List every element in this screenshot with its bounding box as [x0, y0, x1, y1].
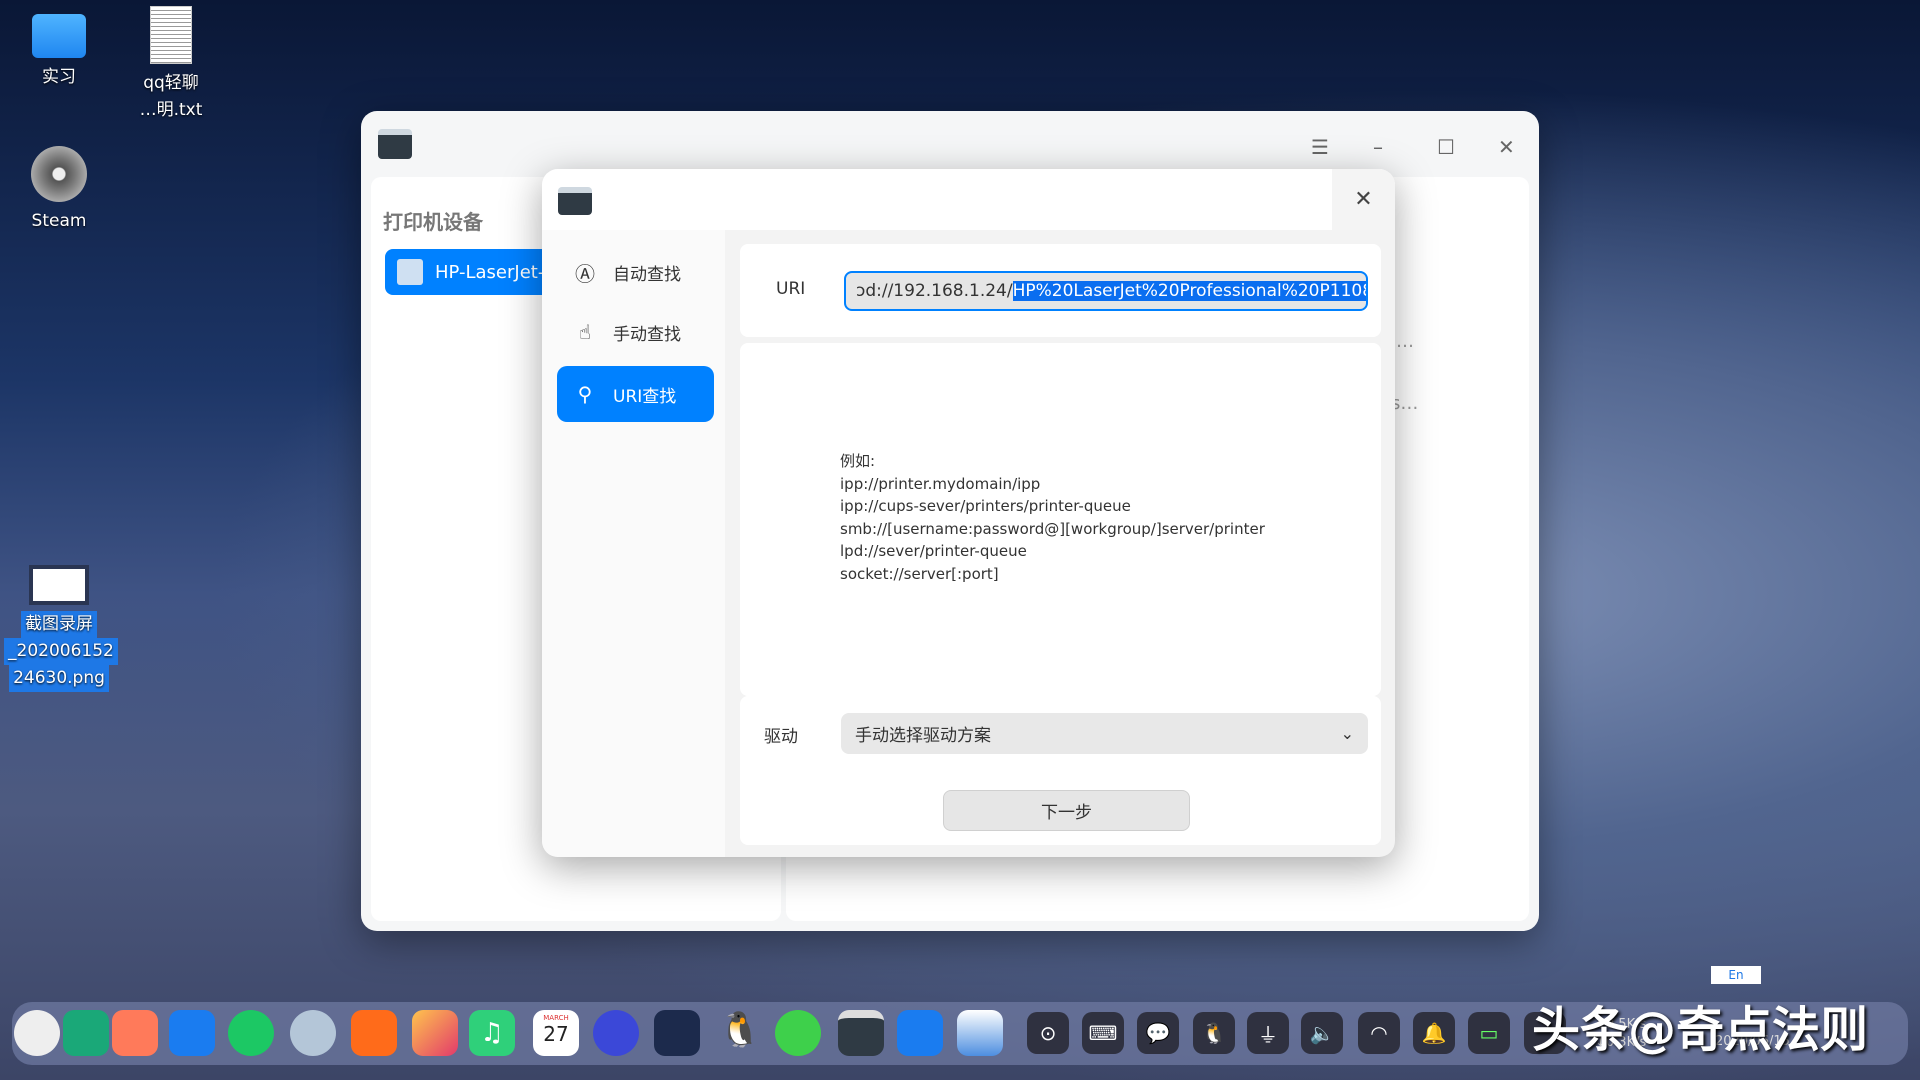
desktop-icon-screenshot[interactable]: 截图录屏 _202006152 24630.png — [4, 565, 118, 692]
wifi-icon[interactable]: ◠ — [1358, 1012, 1400, 1054]
image-viewer-icon[interactable] — [412, 1010, 458, 1056]
desktop-icon-label: _202006152 — [4, 638, 118, 665]
example-line: socket://server[:port] — [840, 564, 999, 583]
watermark: 头条@奇点法则 — [1532, 1002, 1869, 1058]
music-icon[interactable]: ♫ — [469, 1010, 515, 1056]
close-button[interactable]: ✕ — [1498, 135, 1515, 159]
driver-select[interactable]: 手动选择驱动方案 ⌄ — [841, 713, 1368, 754]
image-file-icon — [29, 565, 89, 605]
printer-app-icon — [378, 129, 412, 159]
screenshot-icon[interactable] — [957, 1010, 1003, 1056]
examples-title: 例如: — [840, 452, 876, 470]
desktop-icon-steam[interactable]: Steam — [4, 146, 114, 235]
sidebar-title: 打印机设备 — [383, 210, 483, 234]
minimize-button[interactable]: – — [1373, 135, 1383, 159]
steam-tray-icon[interactable]: ⊙ — [1027, 1012, 1069, 1054]
calendar-icon[interactable]: MARCH 27 — [533, 1010, 579, 1056]
chevron-down-icon: ⌄ — [1340, 724, 1354, 743]
dialog-close-button[interactable]: ✕ — [1332, 169, 1395, 230]
uri-input[interactable]: ɔd://192.168.1.24/HP%20LaserJet%20Profes… — [844, 271, 1368, 311]
location-pin-icon: ⚲ — [577, 382, 593, 406]
desktop-icon-label: qq轻聊 — [143, 73, 199, 93]
usb-icon[interactable]: ⏚ — [1247, 1012, 1289, 1054]
nav-manual-search[interactable]: ☝ 手动查找 — [557, 304, 714, 360]
example-line: ipp://cups-sever/printers/printer-queue — [840, 497, 1131, 515]
ime-indicator[interactable]: En — [1711, 966, 1761, 984]
wechat-tray-icon[interactable]: 💬 — [1137, 1012, 1179, 1054]
printer-icon[interactable] — [838, 1010, 884, 1056]
menu-icon[interactable]: ☰ — [1311, 135, 1329, 159]
browser-icon[interactable] — [228, 1010, 274, 1056]
keyboard-icon[interactable]: ⌨ — [1082, 1012, 1124, 1054]
ime-label: En — [1728, 968, 1744, 982]
desktop-icon-folder[interactable]: 实习 — [4, 14, 114, 91]
driver-label: 驱动 — [764, 727, 798, 747]
nav-label: 手动查找 — [613, 324, 681, 345]
notification-bell-icon[interactable]: 🔔 — [1413, 1012, 1455, 1054]
qq-icon[interactable]: 🐧 — [717, 1010, 763, 1056]
example-line: lpd://sever/printer-queue — [840, 542, 1027, 560]
next-button[interactable]: 下一步 — [943, 790, 1190, 831]
steam-icon — [31, 146, 87, 202]
file-manager-icon[interactable] — [169, 1010, 215, 1056]
background-text: … — [1396, 331, 1414, 352]
desktop-icon-label: 实习 — [42, 67, 76, 87]
volume-icon[interactable]: 🔈 — [1301, 1012, 1343, 1054]
uri-examples: 例如: ipp://printer.mydomain/ipp ipp://cup… — [840, 450, 1265, 585]
printer-icon — [397, 259, 423, 285]
desktop-icon-label: …明.txt — [139, 100, 203, 120]
wechat-icon[interactable] — [775, 1010, 821, 1056]
desktop-icon-label: Steam — [31, 211, 87, 231]
desktop-icon-txt[interactable]: qq轻聊 …明.txt — [116, 6, 226, 124]
settings-icon[interactable] — [593, 1010, 639, 1056]
desktop-icon-label: 24630.png — [9, 665, 109, 692]
printer-app-icon — [558, 187, 592, 215]
calendar-month: MARCH — [543, 1014, 569, 1022]
dialog-titlebar: ✕ — [542, 169, 1395, 230]
system-monitor-icon[interactable] — [654, 1010, 700, 1056]
nav-auto-search[interactable]: Ⓐ 自动查找 — [557, 244, 714, 300]
qq-tray-icon[interactable]: 🐧 — [1193, 1012, 1235, 1054]
desktop-icon-label: 截图录屏 — [21, 611, 97, 638]
uri-selected-text: HP%20LaserJet%20Professional%20P1108 — [1012, 281, 1366, 301]
example-line: smb://[username:password@][workgroup/]se… — [840, 519, 1265, 538]
uri-label: URI — [776, 279, 806, 299]
app-store-grid-icon[interactable] — [112, 1010, 158, 1056]
document-viewer-icon[interactable] — [897, 1010, 943, 1056]
uri-text: ɔd://192.168.1.24/ — [856, 281, 1013, 301]
hand-icon: ☝ — [578, 320, 592, 344]
add-printer-dialog: ✕ Ⓐ 自动查找 ☝ 手动查找 ⚲ URI查找 URI ɔd://192.168.1.… — [542, 169, 1395, 857]
driver-selected-value: 手动选择驱动方案 — [855, 726, 991, 746]
text-file-icon — [150, 6, 192, 64]
next-button-label: 下一步 — [1041, 803, 1092, 823]
example-line: ipp://printer.mydomain/ipp — [840, 474, 1041, 493]
nav-label: 自动查找 — [613, 264, 681, 285]
calendar-day: 27 — [543, 1022, 569, 1046]
printer-name: HP-LaserJet- — [435, 261, 545, 283]
nav-uri-search[interactable]: ⚲ URI查找 — [557, 366, 714, 422]
chrome-icon[interactable] — [290, 1010, 336, 1056]
maximize-button[interactable]: ☐ — [1437, 135, 1455, 159]
auto-search-icon: Ⓐ — [575, 261, 595, 286]
folder-icon — [32, 14, 86, 58]
app-store-icon[interactable] — [351, 1010, 397, 1056]
multitask-view-icon[interactable] — [63, 1010, 109, 1056]
nav-label: URI查找 — [613, 386, 677, 407]
launcher-icon[interactable] — [14, 1010, 60, 1056]
battery-icon[interactable]: ▭ — [1468, 1012, 1510, 1054]
background-text: s… — [1391, 393, 1419, 414]
search-method-sidebar: Ⓐ 自动查找 ☝ 手动查找 ⚲ URI查找 — [542, 230, 725, 857]
